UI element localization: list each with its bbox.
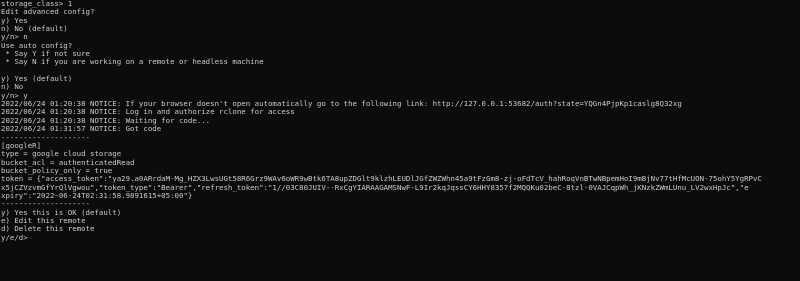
option-yes: y) Yes — [1, 16, 28, 25]
notice-open-link: 2022/06/24 01:20:38 NOTICE: If your brow… — [1, 100, 682, 109]
option-edit-remote: e) Edit this remote — [1, 216, 86, 225]
remote-name: [googleR] — [1, 141, 42, 150]
question-edit-advanced: Edit advanced config? — [1, 8, 95, 17]
config-bucket-acl: bucket_acl = authenticatedRead — [1, 158, 135, 167]
separator-line: -------------------- — [1, 133, 90, 142]
option-delete-remote: d) Delete this remote — [1, 225, 95, 234]
option-yes-ok: y) Yes this is OK (default) — [1, 208, 122, 217]
config-token: token = {"access_token":"ya29.a0ARrdaM-M… — [1, 175, 762, 184]
option-no-default: n) No (default) — [1, 25, 68, 34]
prompt-yn-answer: y/n> n — [1, 33, 28, 42]
config-token-expiry: xpiry":"2022-06-24T02:31:58.9891615+05:0… — [1, 191, 193, 200]
hint-say-y: * Say Y if not sure — [1, 50, 90, 59]
option-yes-default: y) Yes (default) — [1, 75, 73, 84]
separator-line: -------------------- — [1, 200, 90, 209]
question-auto-config: Use auto config? — [1, 41, 73, 50]
config-type: type = google cloud storage — [1, 150, 122, 159]
prompt-yed[interactable]: y/e/d> — [1, 234, 800, 242]
config-token-cont: x5jCZVzvmGfYrQlVgwou","token_type":"Bear… — [1, 183, 749, 192]
hint-say-n: * Say N if you are working on a remote o… — [1, 58, 264, 67]
notice-waiting: 2022/06/24 01:20:38 NOTICE: Waiting for … — [1, 116, 211, 125]
prompt-storage-class: storage_class> 1 — [1, 0, 73, 8]
terminal-window[interactable]: storage_class> 1 Edit advanced config? y… — [0, 0, 800, 281]
config-bucket-policy: bucket_policy_only = true — [1, 166, 113, 175]
notice-got-code: 2022/06/24 01:31:57 NOTICE: Got code — [1, 125, 162, 134]
option-no: n) No — [1, 83, 24, 92]
notice-log-in: 2022/06/24 01:20:38 NOTICE: Log in and a… — [1, 108, 295, 117]
prompt-yn-answer: y/n> y — [1, 91, 28, 100]
